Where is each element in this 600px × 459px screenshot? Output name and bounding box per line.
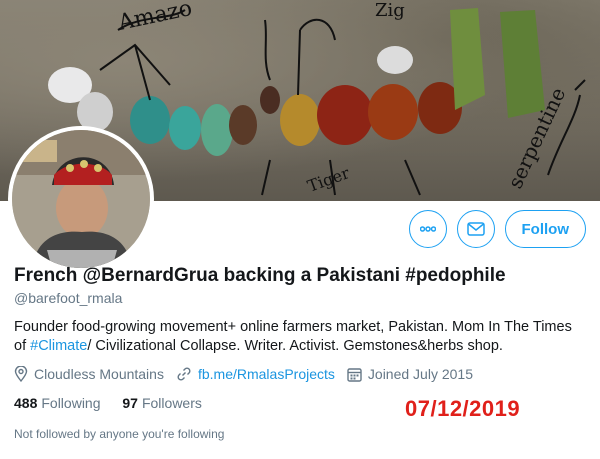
joined-date: Joined July 2015 — [367, 366, 473, 382]
bio-text-end: / Civilizational Collapse. Writer. Activ… — [87, 338, 503, 354]
location-pin-icon — [14, 366, 28, 382]
banner-annotation-tiger: Tiger — [305, 163, 352, 196]
bio-hashtag-link[interactable]: #Climate — [30, 338, 87, 354]
following-label: Following — [41, 395, 101, 411]
profile-stats: 488 Following 97 Followers — [14, 395, 220, 411]
date-stamp: 07/12/2019 — [405, 396, 521, 421]
location-text: Cloudless Mountains — [34, 366, 164, 382]
calendar-icon — [347, 367, 362, 382]
followers-stat[interactable]: 97 Followers — [122, 395, 201, 411]
link-icon — [177, 367, 191, 381]
avatar-photo — [12, 130, 150, 268]
joined-item: Joined July 2015 — [347, 366, 473, 382]
not-followed-notice: Not followed by anyone you're following — [14, 427, 225, 441]
follow-button[interactable]: Follow — [504, 210, 586, 248]
banner-annotation-amazo: Amazo — [115, 0, 194, 36]
profile-actions: Follow — [408, 210, 586, 248]
followers-count: 97 — [122, 395, 138, 411]
banner-annotation-zig: Zig — [375, 0, 405, 21]
followers-label: Followers — [141, 395, 202, 411]
user-handle: @barefoot_rmala — [14, 290, 123, 306]
ellipsis-icon — [419, 226, 436, 232]
more-options-button[interactable] — [408, 210, 447, 248]
following-count: 488 — [14, 395, 38, 411]
following-stat[interactable]: 488 Following — [14, 395, 101, 411]
location-item: Cloudless Mountains — [14, 366, 164, 382]
website-item: fb.me/RmalasProjects — [176, 366, 335, 382]
profile-avatar[interactable] — [8, 126, 154, 272]
profile-bio: Founder food-growing movement+ online fa… — [14, 318, 584, 356]
display-name: French @BernardGrua backing a Pakistani … — [14, 265, 506, 286]
website-link[interactable]: fb.me/RmalasProjects — [198, 366, 335, 382]
envelope-icon — [466, 222, 485, 236]
profile-meta: Cloudless Mountains fb.me/RmalasProjects… — [14, 366, 485, 382]
message-button[interactable] — [456, 210, 495, 248]
